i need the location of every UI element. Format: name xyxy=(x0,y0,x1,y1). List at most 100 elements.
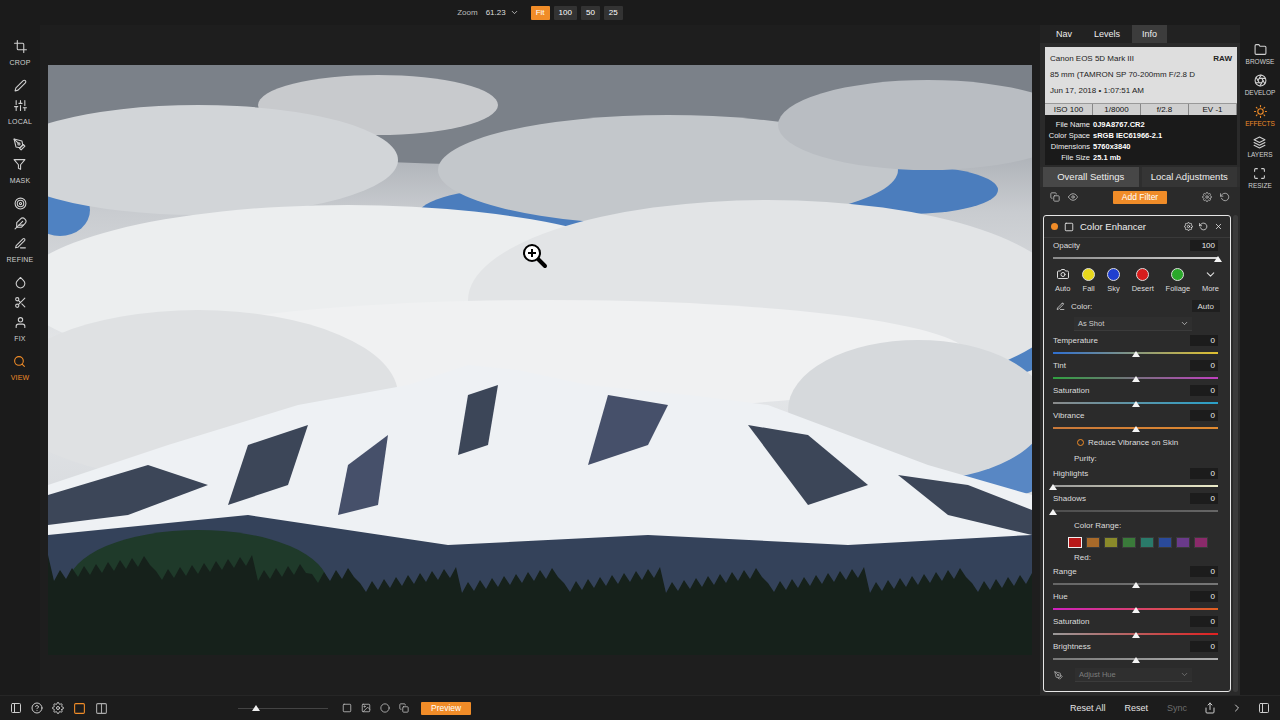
panel-tab[interactable]: Info xyxy=(1132,25,1167,43)
tool-icon[interactable] xyxy=(14,40,27,53)
color-range-swatch[interactable] xyxy=(1194,537,1208,548)
slider-value[interactable]: 0 xyxy=(1190,641,1218,652)
image-view-icon[interactable] xyxy=(361,703,371,713)
color-range-swatch[interactable] xyxy=(1140,537,1154,548)
slider[interactable] xyxy=(1053,397,1218,408)
slider-thumb[interactable] xyxy=(1214,256,1222,262)
tool-icon[interactable] xyxy=(13,355,26,368)
slider-thumb[interactable] xyxy=(1049,484,1057,490)
slider[interactable] xyxy=(1053,653,1218,664)
preset[interactable]: Sky xyxy=(1107,268,1120,293)
filter-enabled-dot[interactable] xyxy=(1051,223,1058,230)
settings-tab[interactable]: Overall Settings xyxy=(1043,167,1139,187)
tool-icon[interactable] xyxy=(14,276,27,289)
slider-value[interactable]: 0 xyxy=(1190,591,1218,602)
module-item[interactable]: DEVELOP xyxy=(1245,74,1276,96)
slider[interactable] xyxy=(1053,252,1218,263)
slider-track[interactable] xyxy=(1053,257,1218,259)
tool-group[interactable]: FIX xyxy=(14,276,27,342)
slider-value[interactable]: 0 xyxy=(1190,360,1218,371)
gear-icon[interactable] xyxy=(1184,222,1193,231)
eyedropper-icon[interactable] xyxy=(1056,302,1065,311)
preset[interactable]: Auto xyxy=(1055,268,1070,293)
tool-icon[interactable] xyxy=(14,99,27,112)
preset[interactable]: Desert xyxy=(1132,268,1154,293)
slider[interactable] xyxy=(1053,578,1218,589)
panel-tab[interactable]: Levels xyxy=(1084,25,1130,43)
slider-thumb[interactable] xyxy=(1132,657,1140,663)
slider[interactable] xyxy=(1053,422,1218,433)
slider-value[interactable]: 0 xyxy=(1190,468,1218,479)
slider[interactable] xyxy=(1053,603,1218,614)
slider-thumb[interactable] xyxy=(1049,509,1057,515)
auto-button[interactable]: Auto xyxy=(1192,300,1220,312)
tool-icon[interactable] xyxy=(14,237,27,250)
circle-view-icon[interactable] xyxy=(380,703,390,713)
slider[interactable] xyxy=(1053,372,1218,383)
help-icon[interactable] xyxy=(31,702,43,714)
slider[interactable] xyxy=(1053,347,1218,358)
layout-button[interactable] xyxy=(73,702,86,715)
text-button[interactable]: Reset All xyxy=(1068,703,1108,713)
tool-icon[interactable] xyxy=(14,79,27,92)
gear-icon[interactable] xyxy=(1202,192,1212,202)
gear-icon[interactable] xyxy=(52,702,64,714)
tool-group[interactable]: VIEW xyxy=(11,355,30,381)
preset[interactable]: More xyxy=(1202,268,1219,293)
slider-value[interactable]: 0 xyxy=(1190,493,1218,504)
slider-value[interactable]: 0 xyxy=(1190,566,1218,577)
share-icon[interactable] xyxy=(1204,702,1216,714)
chevron-down-icon[interactable] xyxy=(510,8,519,17)
copy-icon[interactable] xyxy=(1050,192,1060,202)
module-icon[interactable] xyxy=(1253,167,1266,180)
slider-thumb[interactable] xyxy=(1132,376,1140,382)
slider-track[interactable] xyxy=(1053,510,1218,512)
module-icon[interactable] xyxy=(1254,43,1267,56)
preset[interactable]: Fall xyxy=(1082,268,1095,293)
slider-value[interactable]: 100 xyxy=(1190,240,1218,251)
chevron-down-icon[interactable] xyxy=(1180,670,1189,679)
targeted-adjust-icon[interactable] xyxy=(1054,671,1063,680)
auto-icon[interactable] xyxy=(1056,268,1069,281)
preset[interactable]: Foliage xyxy=(1166,268,1191,293)
slider-value[interactable]: 0 xyxy=(1190,410,1218,421)
tool-icon[interactable] xyxy=(14,197,27,210)
tool-group[interactable]: CROP xyxy=(9,40,30,66)
zoom-preset-button[interactable]: Fit xyxy=(531,6,550,20)
color-range-swatch[interactable] xyxy=(1086,537,1100,548)
scrollbar[interactable] xyxy=(1233,215,1238,692)
tool-icon[interactable] xyxy=(14,296,27,309)
module-item[interactable]: RESIZE xyxy=(1248,167,1271,189)
panel-tab[interactable]: Nav xyxy=(1046,25,1082,43)
slider-thumb[interactable] xyxy=(252,705,260,711)
sidebar-icon[interactable] xyxy=(1258,702,1270,714)
reset-icon[interactable] xyxy=(1220,192,1230,202)
tool-icon[interactable] xyxy=(14,217,27,230)
module-icon[interactable] xyxy=(1253,136,1266,149)
text-button[interactable]: Sync xyxy=(1165,703,1189,713)
slider-value[interactable]: 0 xyxy=(1190,335,1218,346)
zoom-preset-button[interactable]: 100 xyxy=(554,6,577,20)
before-after-icon[interactable] xyxy=(399,703,409,713)
mask-icon[interactable] xyxy=(1064,222,1074,232)
color-range-swatch[interactable] xyxy=(1122,537,1136,548)
preset-swatch[interactable] xyxy=(1136,268,1149,281)
tool-group[interactable]: MASK xyxy=(10,138,31,184)
module-icon[interactable] xyxy=(1254,74,1267,87)
tool-icon[interactable] xyxy=(13,158,26,171)
checkbox[interactable] xyxy=(1077,439,1084,446)
compare-view-icon[interactable] xyxy=(95,702,108,715)
adjust-dropdown[interactable]: Adjust Hue xyxy=(1075,668,1192,682)
zoom-value[interactable]: 61.23 xyxy=(486,8,506,17)
module-item[interactable]: LAYERS xyxy=(1247,136,1272,158)
tool-group[interactable]: REFINE xyxy=(7,197,34,263)
slider-thumb[interactable] xyxy=(1132,607,1140,613)
preview-eye-icon[interactable] xyxy=(1068,192,1078,202)
chevron-down-icon[interactable] xyxy=(1180,319,1189,328)
module-item[interactable]: EFFECTS xyxy=(1245,105,1275,127)
white-balance-dropdown[interactable]: As Shot xyxy=(1074,317,1192,331)
single-view-icon[interactable] xyxy=(73,702,86,715)
checkbox-row[interactable]: Reduce Vibrance on Skin xyxy=(1044,433,1230,451)
preset-swatch[interactable] xyxy=(1107,268,1120,281)
slider[interactable] xyxy=(1053,480,1218,491)
